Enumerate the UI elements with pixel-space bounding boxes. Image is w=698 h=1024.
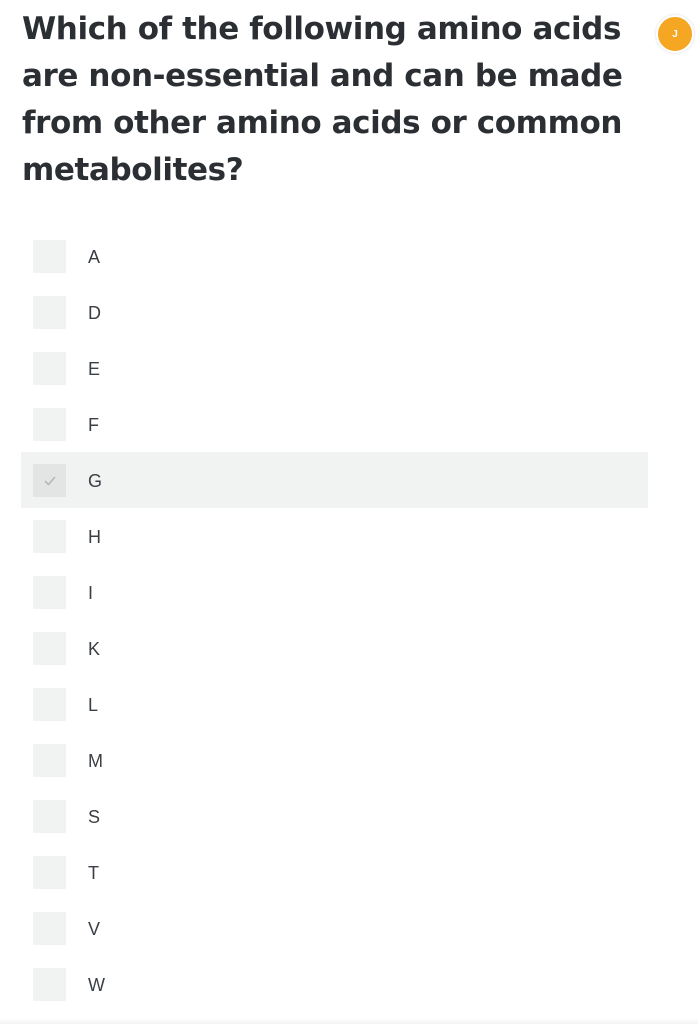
answer-options-list: A D E F G H I K L M S T V W bbox=[21, 228, 648, 1012]
answer-option-f[interactable]: F bbox=[21, 396, 648, 452]
checkmark-icon bbox=[44, 476, 55, 485]
option-checkbox[interactable] bbox=[33, 352, 66, 385]
option-checkbox[interactable] bbox=[33, 856, 66, 889]
answer-option-d[interactable]: D bbox=[21, 284, 648, 340]
option-label: W bbox=[88, 975, 105, 995]
option-checkbox[interactable] bbox=[33, 968, 66, 1001]
option-label: V bbox=[88, 919, 101, 939]
option-label: S bbox=[88, 807, 101, 827]
answer-option-g[interactable]: G bbox=[21, 452, 648, 508]
option-checkbox[interactable] bbox=[33, 408, 66, 441]
answer-option-m[interactable]: M bbox=[21, 732, 648, 788]
option-label: E bbox=[88, 359, 101, 379]
option-label: D bbox=[88, 303, 101, 323]
option-checkbox[interactable] bbox=[33, 576, 66, 609]
answer-option-t[interactable]: T bbox=[21, 844, 648, 900]
answer-option-s[interactable]: S bbox=[21, 788, 648, 844]
option-checkbox[interactable] bbox=[33, 296, 66, 329]
option-checkbox[interactable] bbox=[33, 800, 66, 833]
avatar-initial: J bbox=[672, 28, 678, 40]
option-label: L bbox=[88, 695, 99, 715]
user-avatar[interactable]: J bbox=[656, 15, 694, 53]
answer-option-l[interactable]: L bbox=[21, 676, 648, 732]
answer-option-e[interactable]: E bbox=[21, 340, 648, 396]
option-label: H bbox=[88, 527, 101, 547]
option-label: M bbox=[88, 751, 103, 771]
option-checkbox[interactable] bbox=[33, 912, 66, 945]
option-checkbox[interactable] bbox=[33, 520, 66, 553]
answer-option-i[interactable]: I bbox=[21, 564, 648, 620]
answer-option-k[interactable]: K bbox=[21, 620, 648, 676]
option-checkbox[interactable] bbox=[33, 240, 66, 273]
option-checkbox[interactable] bbox=[33, 688, 66, 721]
answer-option-a[interactable]: A bbox=[21, 228, 648, 284]
option-label: I bbox=[88, 583, 94, 603]
option-label: F bbox=[88, 415, 99, 435]
option-label: G bbox=[88, 471, 103, 491]
option-checkbox[interactable] bbox=[33, 464, 66, 497]
bottom-divider bbox=[0, 1018, 698, 1024]
answer-option-v[interactable]: V bbox=[21, 900, 648, 956]
question-text: Which of the following amino acids are n… bbox=[22, 11, 623, 188]
option-label: T bbox=[88, 863, 99, 883]
option-checkbox[interactable] bbox=[33, 744, 66, 777]
option-label: K bbox=[88, 639, 101, 659]
quiz-page: Which of the following amino acids are n… bbox=[0, 0, 698, 1024]
option-checkbox[interactable] bbox=[33, 632, 66, 665]
answer-option-w[interactable]: W bbox=[21, 956, 648, 1012]
answer-option-h[interactable]: H bbox=[21, 508, 648, 564]
option-label: A bbox=[88, 247, 101, 267]
